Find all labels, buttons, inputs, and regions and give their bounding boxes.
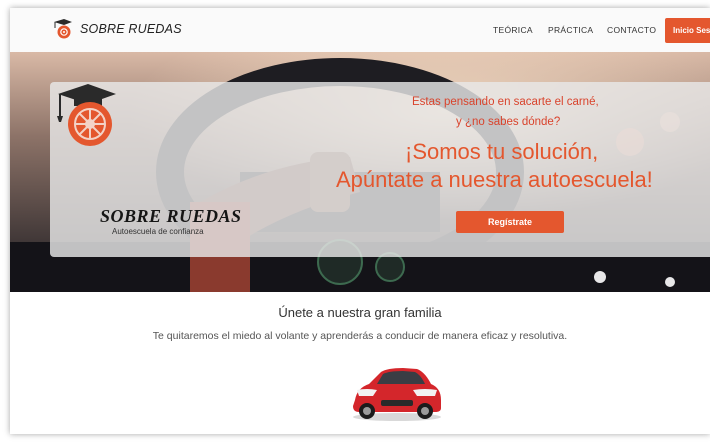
login-button[interactable]: Inicio Sesión [665, 18, 710, 43]
brand-name[interactable]: SOBRE RUEDAS [80, 22, 182, 36]
brand-logo-icon[interactable] [52, 18, 72, 40]
red-car-image [353, 368, 441, 421]
nav-link-contacto[interactable]: CONTACTO [607, 25, 656, 35]
logo-tagline: Autoescuela de confianza [112, 227, 204, 236]
top-navbar: SOBRE RUEDAS TEÓRICA PRÁCTICA CONTACTO I… [10, 8, 710, 53]
nav-link-practica[interactable]: PRÁCTICA [548, 25, 593, 35]
logo-brand-text: SOBRE RUEDAS [100, 206, 242, 226]
hero-headline-line1: ¡Somos tu solución, [405, 139, 599, 164]
register-button[interactable]: Regístrate [456, 211, 564, 233]
intro-title: Únete a nuestra gran familia [278, 305, 442, 320]
hero-banner: SOBRE RUEDAS Autoescuela de confianza Es… [10, 52, 710, 292]
hero-question-line1: Estas pensando en sacarte el carné, [412, 96, 599, 108]
hero-card: SOBRE RUEDAS Autoescuela de confianza Es… [50, 82, 710, 257]
hero-headline-line2: Apúntate a nuestra autoescuela! [336, 167, 653, 192]
nav-link-teorica[interactable]: TEÓRICA [493, 25, 533, 35]
page-frame: SOBRE RUEDAS TEÓRICA PRÁCTICA CONTACTO I… [10, 8, 710, 434]
hero-question-line2: y ¿no sabes dónde? [456, 116, 561, 128]
graduation-cap-wheel-icon [57, 84, 116, 146]
intro-text: Te quitaremos el miedo al volante y apre… [152, 330, 568, 342]
